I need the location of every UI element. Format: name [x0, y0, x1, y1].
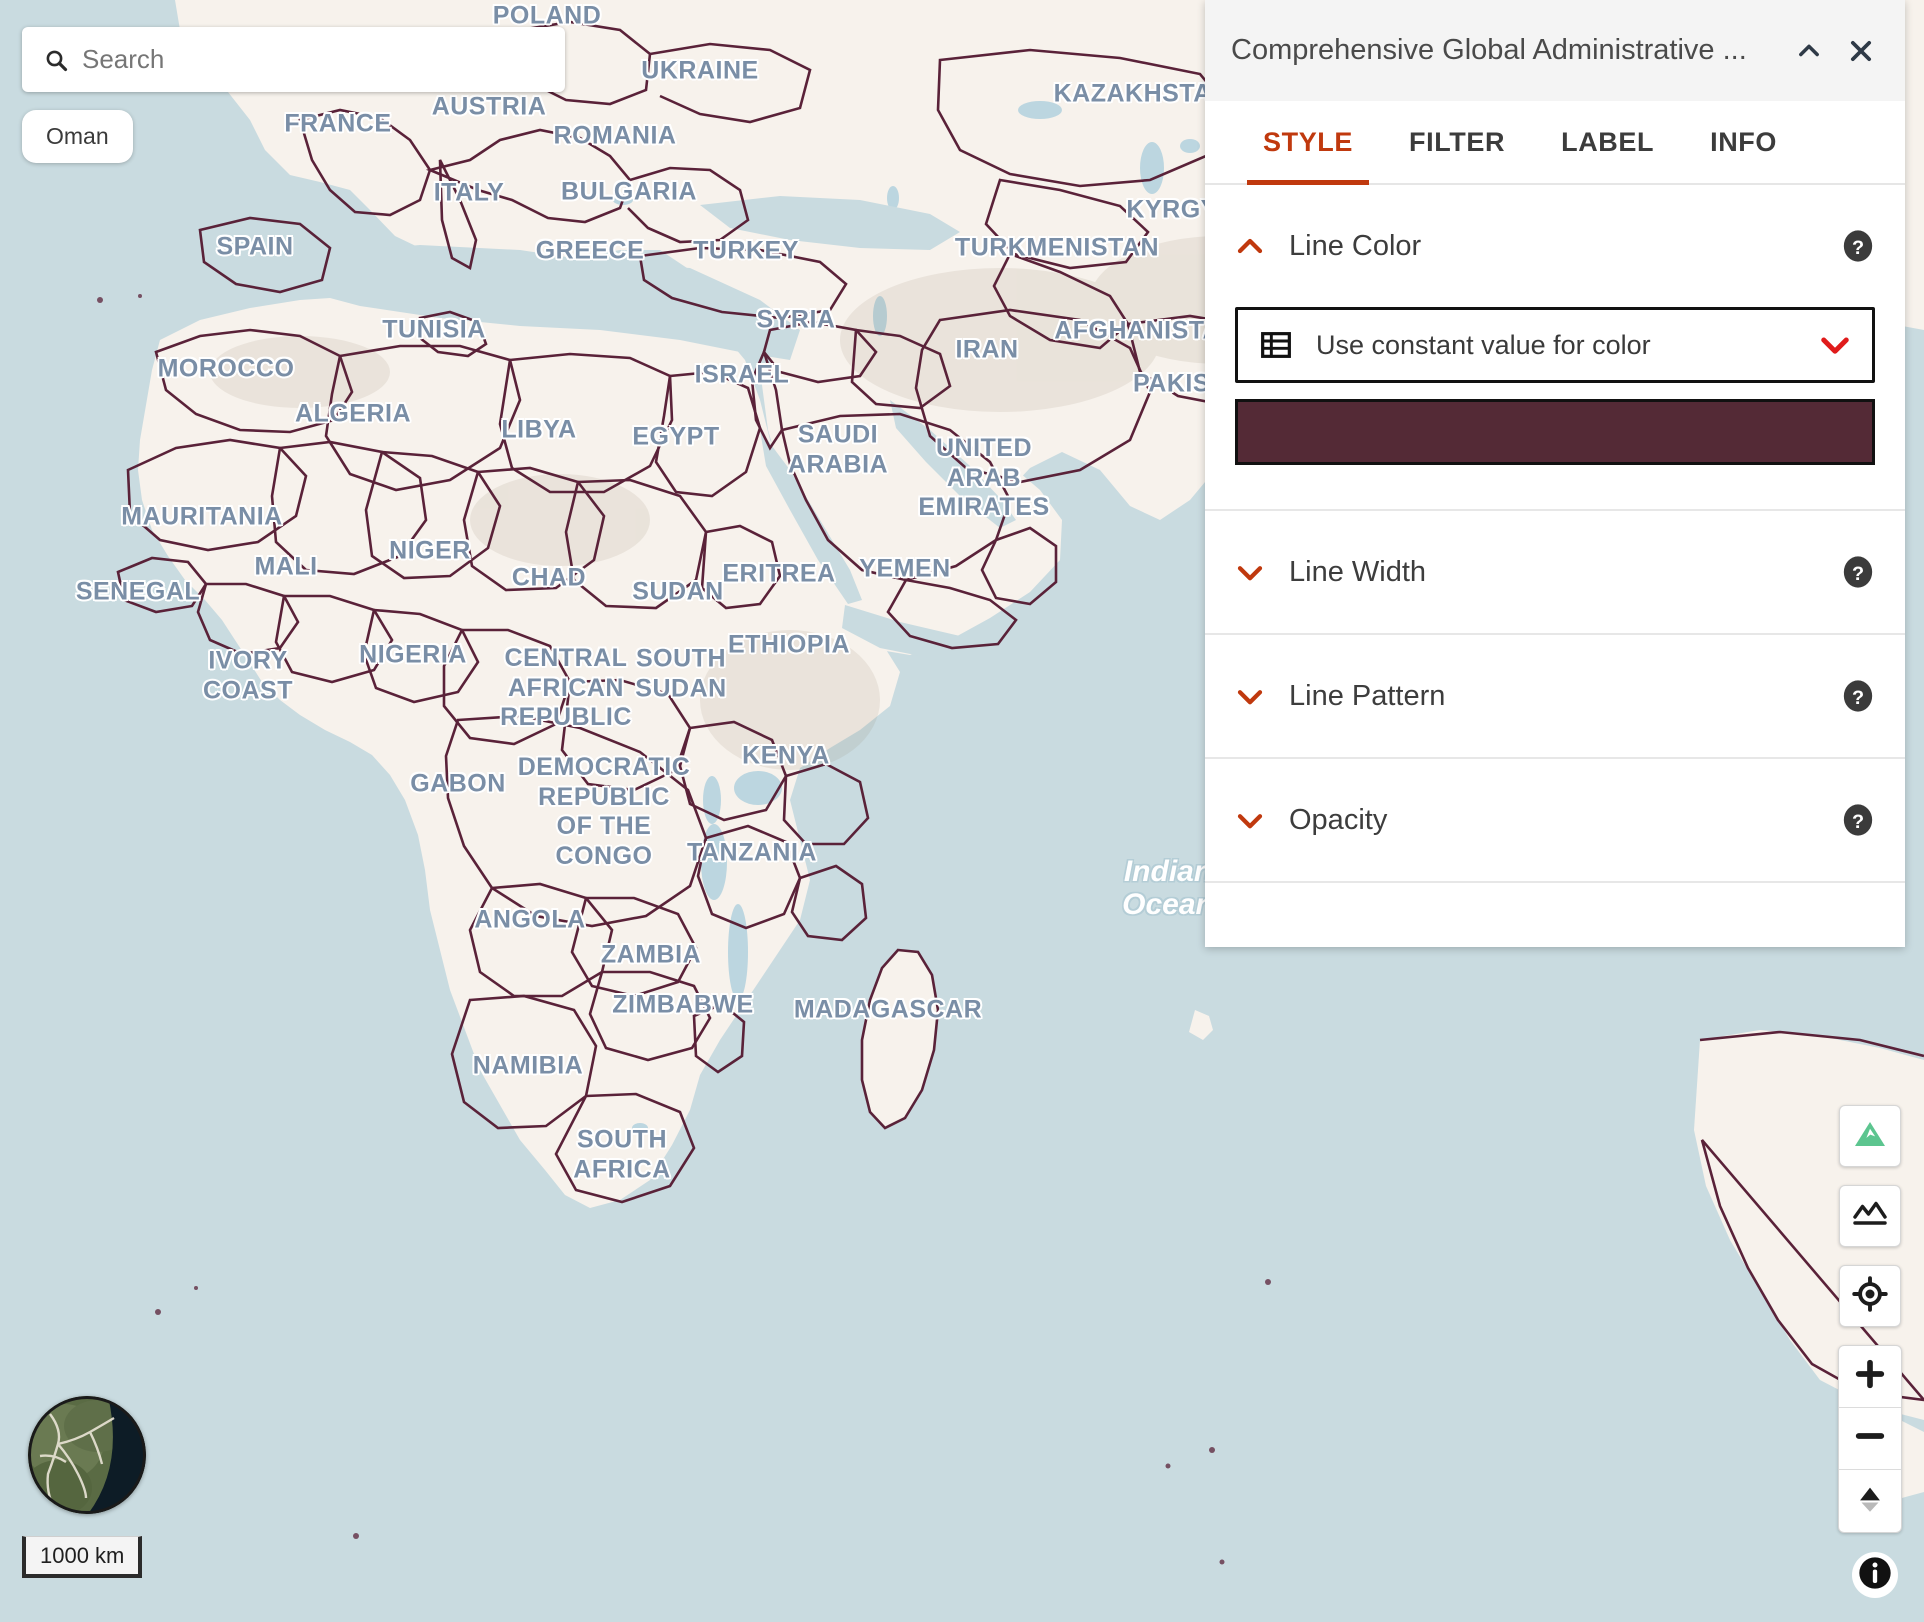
help-icon[interactable]: ? — [1841, 679, 1875, 713]
section-line-color-title: Line Color — [1289, 229, 1422, 262]
help-icon[interactable]: ? — [1841, 229, 1875, 263]
scale-bar-label: 1000 km — [40, 1542, 125, 1568]
terrain-3d-button[interactable] — [1839, 1105, 1901, 1167]
map-controls — [1838, 1105, 1902, 1533]
section-opacity: Opacity ? — [1205, 759, 1905, 883]
panel-body: Line Color ? Use constant value for colo… — [1205, 185, 1905, 947]
target-icon — [1852, 1275, 1888, 1317]
section-line-width-title: Line Width — [1289, 555, 1427, 588]
svg-text:?: ? — [1852, 563, 1864, 585]
elevation-profile-button[interactable] — [1839, 1185, 1901, 1247]
tab-style-label: STYLE — [1263, 126, 1354, 157]
chip-label: Oman — [46, 123, 109, 149]
tab-info[interactable]: INFO — [1682, 101, 1805, 183]
tab-style[interactable]: STYLE — [1235, 101, 1381, 185]
svg-text:?: ? — [1852, 687, 1864, 709]
plus-icon — [1853, 1357, 1887, 1396]
color-mode-select-label: Use constant value for color — [1316, 329, 1651, 360]
tab-label-label: LABEL — [1561, 126, 1655, 157]
info-button[interactable] — [1852, 1552, 1898, 1598]
mountain-range-icon — [1852, 1196, 1888, 1237]
chevron-up-icon — [1235, 231, 1265, 261]
scale-bar: 1000 km — [22, 1536, 143, 1578]
section-line-width-header[interactable]: Line Width ? — [1235, 511, 1875, 633]
section-opacity-header[interactable]: Opacity ? — [1235, 759, 1875, 881]
section-line-color-content: Use constant value for color — [1235, 307, 1875, 509]
panel-title: Comprehensive Global Administrative ... — [1231, 34, 1747, 66]
search-input[interactable] — [82, 44, 543, 75]
tilt-button[interactable] — [1839, 1470, 1901, 1532]
section-opacity-title: Opacity — [1289, 803, 1388, 836]
basemap-toggle[interactable] — [28, 1396, 146, 1514]
help-icon[interactable]: ? — [1841, 555, 1875, 589]
search-box[interactable] — [22, 27, 565, 92]
section-line-pattern: Line Pattern ? — [1205, 635, 1905, 759]
satellite-thumbnail — [28, 1396, 146, 1514]
section-line-pattern-title: Line Pattern — [1289, 679, 1446, 712]
svg-text:?: ? — [1852, 237, 1864, 259]
chevron-down-icon — [1235, 681, 1265, 711]
chevron-down-icon — [1820, 335, 1850, 355]
panel-tabs: STYLE FILTER LABEL INFO — [1205, 101, 1905, 185]
tab-filter-label: FILTER — [1409, 126, 1506, 157]
section-line-pattern-header[interactable]: Line Pattern ? — [1235, 635, 1875, 757]
table-icon — [1260, 329, 1292, 361]
locate-button[interactable] — [1839, 1265, 1901, 1327]
color-mode-select[interactable]: Use constant value for color — [1235, 307, 1875, 383]
chevron-down-icon — [1235, 805, 1265, 835]
selected-feature-chip[interactable]: Oman — [22, 110, 133, 163]
chevron-up-icon[interactable] — [1787, 29, 1831, 73]
info-icon — [1855, 1553, 1895, 1598]
close-icon[interactable] — [1839, 29, 1883, 73]
tab-info-label: INFO — [1710, 126, 1778, 157]
line-color-swatch[interactable] — [1235, 399, 1875, 465]
section-line-color-header[interactable]: Line Color ? — [1235, 185, 1875, 307]
search-icon — [44, 48, 68, 72]
help-icon[interactable]: ? — [1841, 803, 1875, 837]
updown-triangle-icon — [1853, 1482, 1887, 1521]
minus-icon — [1853, 1419, 1887, 1458]
panel-header: Comprehensive Global Administrative ... — [1205, 0, 1905, 101]
zoom-controls — [1838, 1345, 1902, 1533]
section-line-color: Line Color ? Use constant value for colo… — [1205, 185, 1905, 511]
section-line-width: Line Width ? — [1205, 511, 1905, 635]
tab-filter[interactable]: FILTER — [1381, 101, 1533, 183]
green-mountain-icon — [1852, 1116, 1888, 1157]
svg-text:?: ? — [1852, 811, 1864, 833]
map-application: POLAND UKRAINE KAZAKHSTAN FRANCE AUSTRIA ROMA… — [0, 0, 1924, 1622]
chevron-down-icon — [1235, 557, 1265, 587]
layer-style-panel: Comprehensive Global Administrative ... … — [1205, 0, 1905, 947]
zoom-out-button[interactable] — [1839, 1408, 1901, 1470]
tab-label[interactable]: LABEL — [1533, 101, 1682, 183]
zoom-in-button[interactable] — [1839, 1346, 1901, 1408]
